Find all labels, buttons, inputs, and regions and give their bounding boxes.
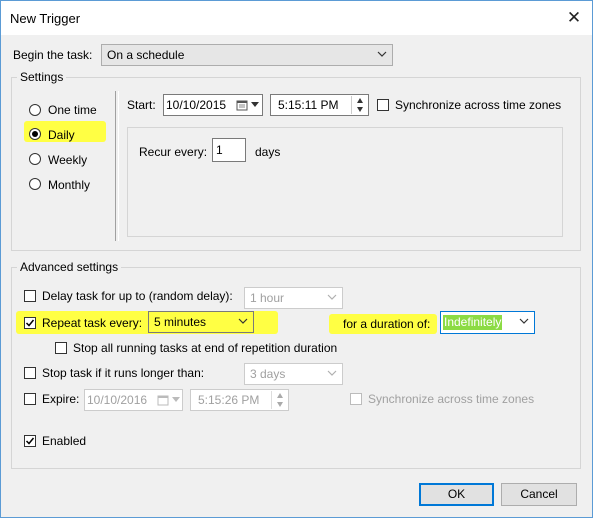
- chevron-down-icon: [238, 318, 248, 324]
- chevron-down-icon: [519, 318, 529, 324]
- expire-date-picker[interactable]: 10/10/2016: [84, 389, 183, 411]
- begin-task-label: Begin the task:: [13, 48, 93, 62]
- stop-longer-label[interactable]: Stop task if it runs longer than:: [42, 366, 204, 380]
- expire-sync-checkbox[interactable]: [350, 393, 362, 405]
- chevron-down-icon: [327, 294, 337, 300]
- expire-time-value: 5:15:26 PM: [198, 393, 260, 407]
- radio-one-time[interactable]: [29, 104, 41, 116]
- close-icon: ✕: [566, 8, 582, 27]
- radio-daily-label[interactable]: Daily: [48, 128, 75, 142]
- radio-daily[interactable]: [29, 128, 41, 140]
- recur-unit-label: days: [255, 145, 281, 159]
- settings-separator: [115, 91, 119, 241]
- enabled-label[interactable]: Enabled: [42, 434, 86, 448]
- stop-all-checkbox[interactable]: [55, 342, 67, 354]
- settings-group-label: Settings: [17, 70, 67, 84]
- expire-sync-label[interactable]: Synchronize across time zones: [368, 392, 534, 406]
- recur-every-value: 1: [216, 143, 223, 157]
- checkmark-icon: [25, 437, 35, 445]
- stop-longer-dropdown[interactable]: 3 days: [244, 363, 343, 385]
- ok-button[interactable]: OK: [419, 483, 494, 506]
- recur-every-label: Recur every:: [139, 145, 208, 159]
- calendar-icon: [157, 395, 169, 406]
- spin-down-icon[interactable]: [356, 106, 364, 113]
- start-time-spinner[interactable]: [351, 96, 368, 114]
- delay-dropdown[interactable]: 1 hour: [244, 287, 343, 309]
- sync-timezones-label[interactable]: Synchronize across time zones: [395, 98, 561, 112]
- checkmark-icon: [25, 319, 35, 327]
- delay-label[interactable]: Delay task for up to (random delay):: [42, 289, 233, 303]
- stop-all-label[interactable]: Stop all running tasks at end of repetit…: [73, 341, 337, 355]
- repeat-task-checkbox[interactable]: [24, 317, 36, 329]
- calendar-icon: [236, 100, 248, 111]
- chevron-down-icon: [377, 51, 387, 57]
- stop-longer-value: 3 days: [250, 367, 286, 381]
- duration-dropdown[interactable]: Indefinitely: [440, 311, 535, 334]
- start-time-field[interactable]: 5:15:11 PM: [270, 94, 369, 116]
- repeat-interval-value: 5 minutes: [154, 315, 207, 329]
- duration-selection: Indefinitely: [443, 315, 503, 330]
- recur-every-input[interactable]: 1: [212, 138, 246, 162]
- cancel-button[interactable]: Cancel: [501, 483, 577, 506]
- start-label: Start:: [127, 98, 156, 112]
- spin-up-icon[interactable]: [356, 97, 364, 104]
- expire-label[interactable]: Expire:: [42, 392, 79, 406]
- expire-time-spinner[interactable]: [271, 391, 288, 409]
- sync-timezones-checkbox[interactable]: [377, 99, 389, 111]
- begin-task-dropdown[interactable]: On a schedule: [101, 44, 393, 66]
- recur-panel: [127, 127, 563, 237]
- duration-label: for a duration of:: [343, 317, 431, 331]
- enabled-checkbox[interactable]: [24, 435, 36, 447]
- begin-task-value: On a schedule: [107, 48, 185, 62]
- advanced-settings-label: Advanced settings: [17, 260, 122, 274]
- delay-checkbox[interactable]: [24, 290, 36, 302]
- start-time-value: 5:15:11 PM: [278, 98, 339, 112]
- title-bar: [1, 1, 592, 35]
- spin-up-icon[interactable]: [276, 392, 284, 399]
- radio-monthly-label[interactable]: Monthly: [48, 178, 90, 192]
- delay-value: 1 hour: [250, 291, 285, 305]
- expire-checkbox[interactable]: [24, 393, 36, 405]
- duration-value: Indefinitely: [444, 315, 502, 329]
- spin-down-icon[interactable]: [276, 401, 284, 408]
- expire-time-field[interactable]: 5:15:26 PM: [190, 389, 289, 411]
- chevron-down-icon: [327, 370, 337, 376]
- chevron-down-icon: [172, 397, 180, 402]
- radio-monthly[interactable]: [29, 178, 41, 190]
- repeat-interval-dropdown[interactable]: 5 minutes: [148, 311, 254, 333]
- radio-weekly[interactable]: [29, 153, 41, 165]
- stop-longer-checkbox[interactable]: [24, 367, 36, 379]
- expire-date-value: 10/10/2016: [87, 393, 148, 407]
- close-button[interactable]: ✕: [561, 6, 587, 30]
- new-trigger-dialog: New Trigger ✕ Begin the task: On a sched…: [0, 0, 593, 518]
- radio-one-time-label[interactable]: One time: [48, 103, 97, 117]
- radio-weekly-label[interactable]: Weekly: [48, 153, 87, 167]
- start-date-picker[interactable]: 10/10/2015: [163, 94, 263, 116]
- repeat-task-label[interactable]: Repeat task every:: [42, 316, 142, 330]
- chevron-down-icon: [251, 102, 259, 107]
- window-title: New Trigger: [10, 11, 81, 26]
- start-date-value: 10/10/2015: [166, 98, 227, 112]
